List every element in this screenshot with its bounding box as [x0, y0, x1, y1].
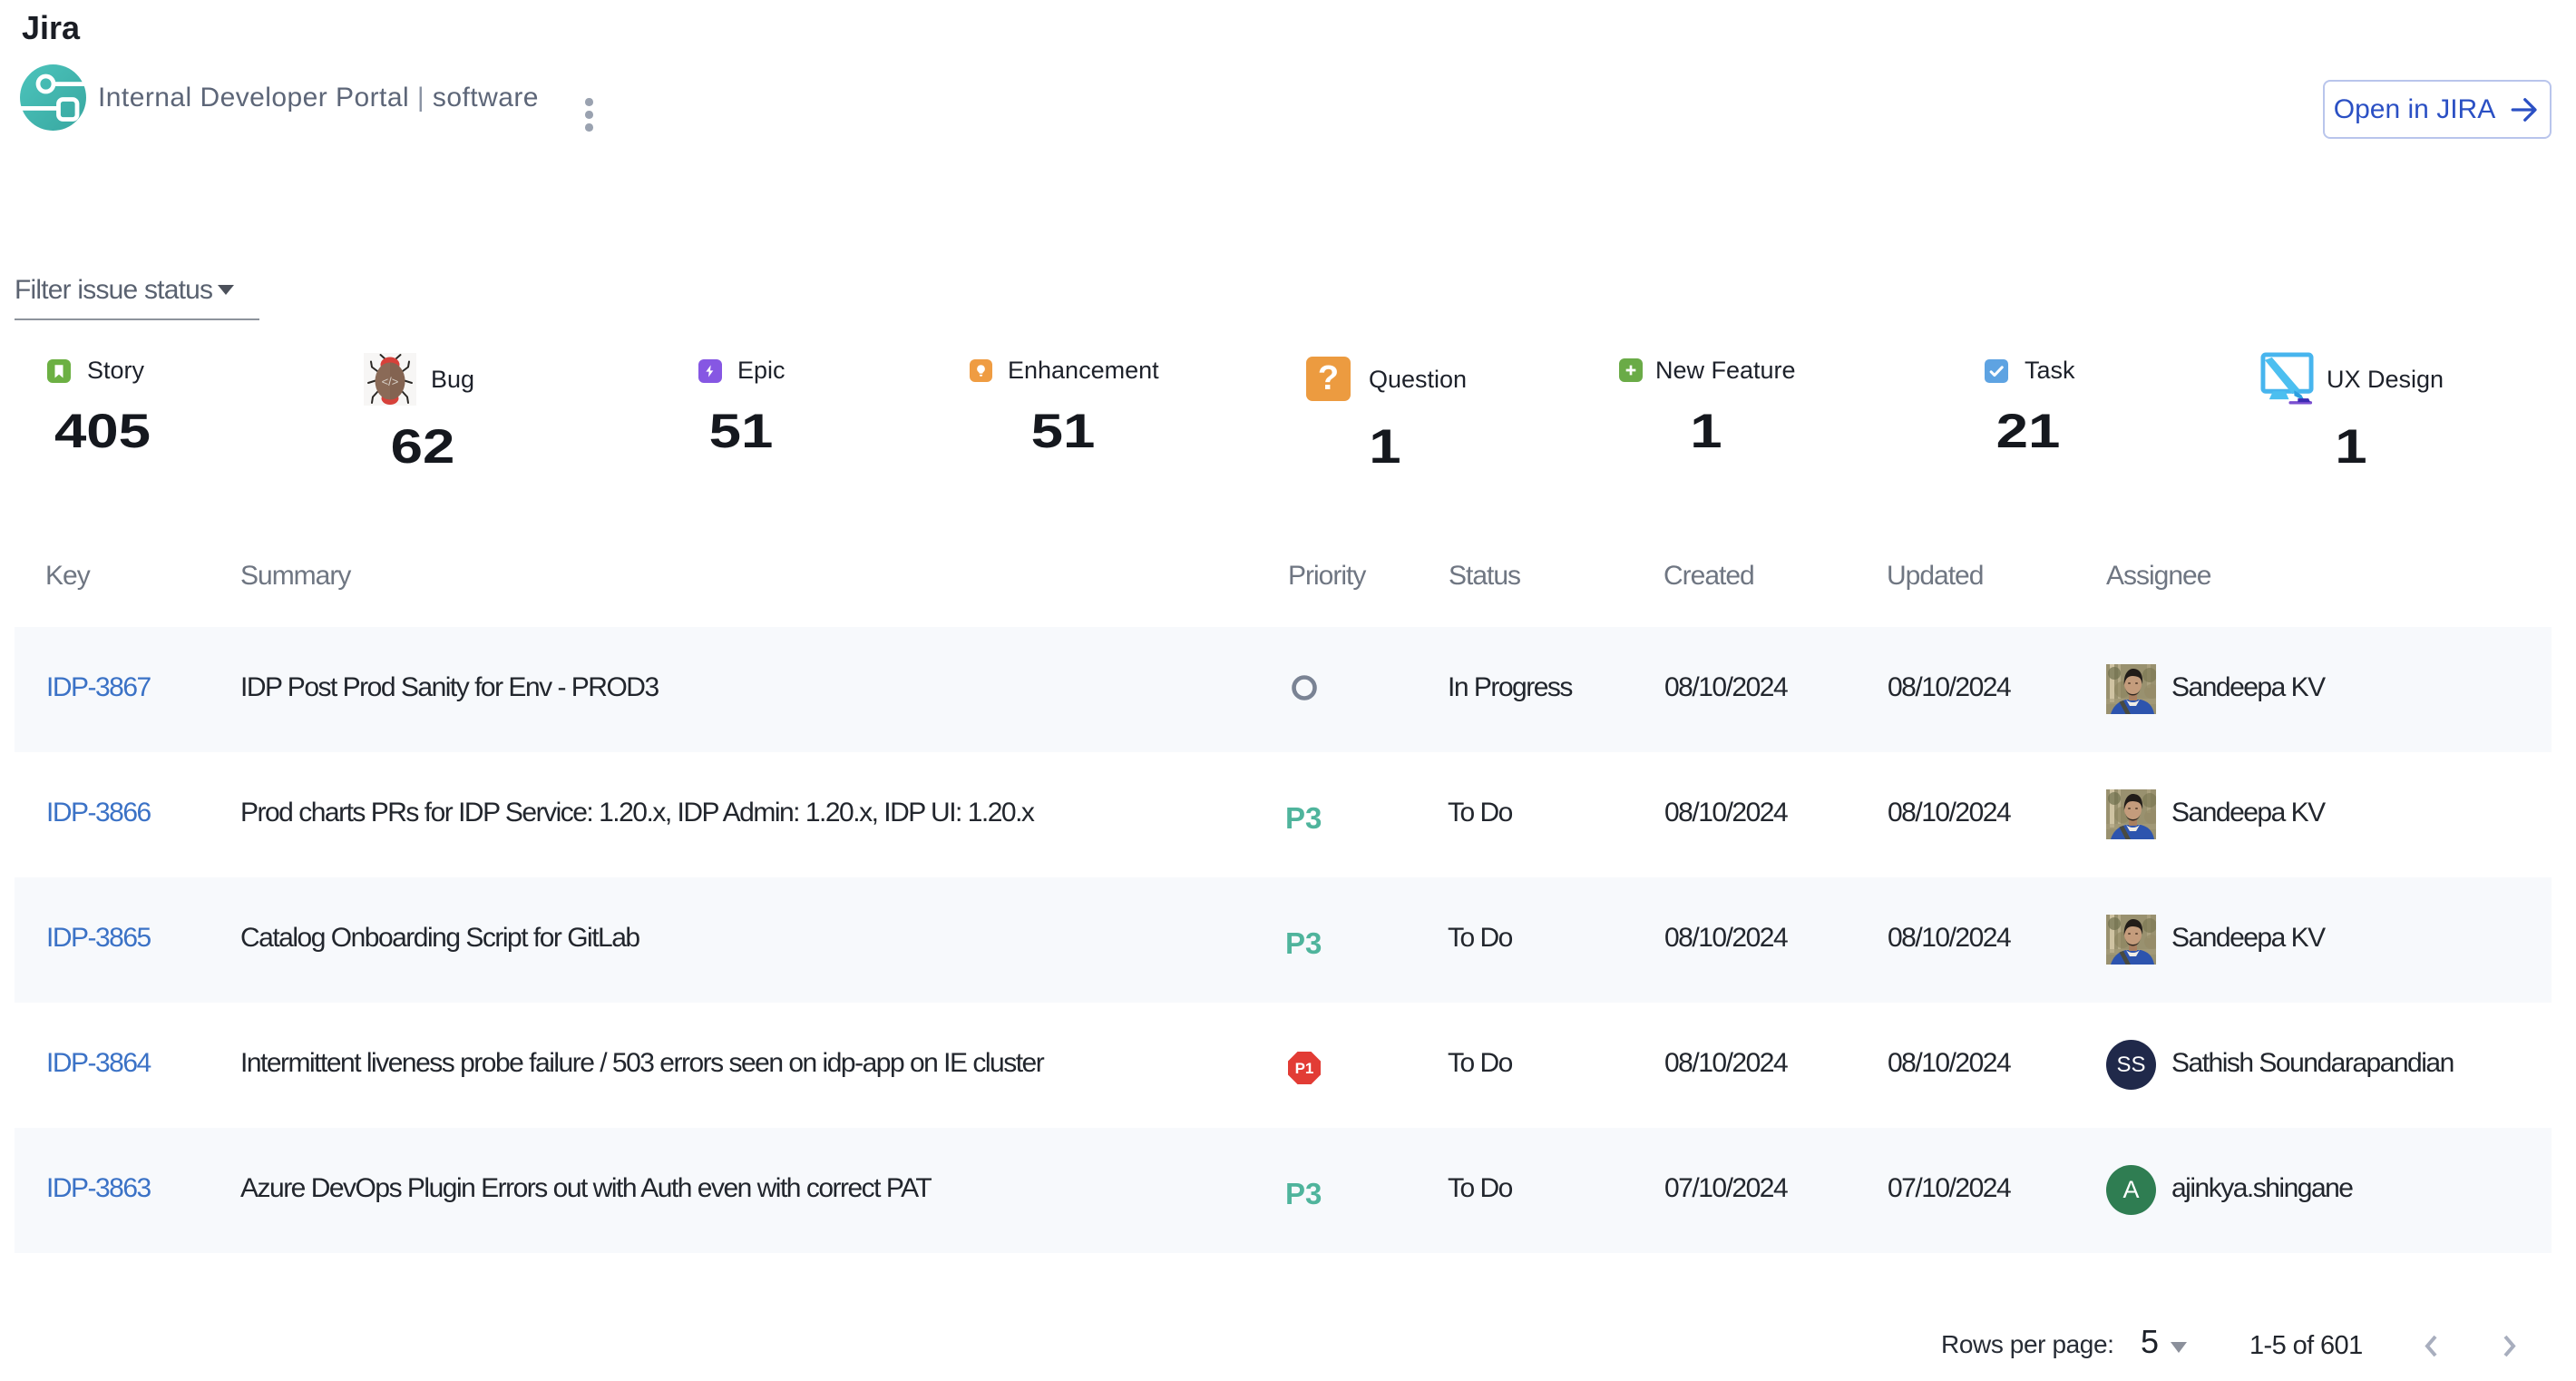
- svg-text:P1: P1: [1295, 1060, 1314, 1077]
- svg-text:</>: </>: [382, 375, 399, 388]
